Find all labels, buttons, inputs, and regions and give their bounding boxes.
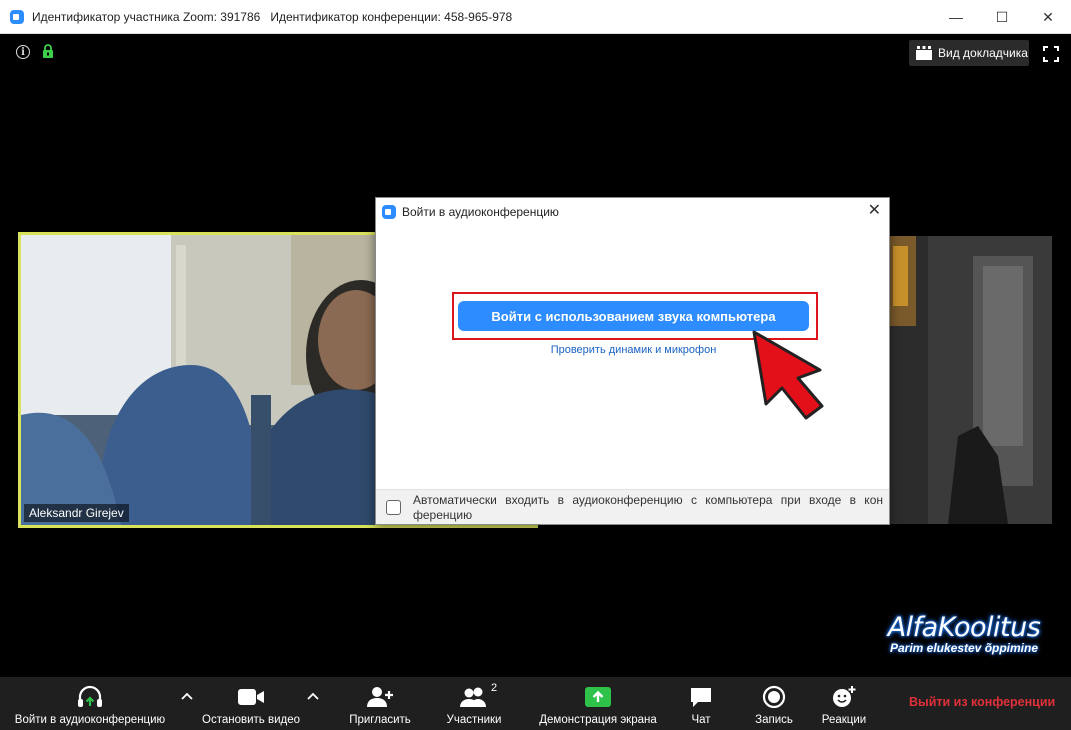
chat-icon	[691, 688, 711, 707]
close-window-button[interactable]: ✕	[1025, 0, 1071, 34]
auto-join-audio-label[interactable]: Автоматически входить в аудиоконференцию…	[413, 493, 883, 523]
alfakoolitus-watermark: AlfaKoolitus Parim elukestev õppimine	[872, 612, 1056, 668]
meeting-toolbar: Войти в аудиоконференцию Остановить виде…	[0, 677, 1071, 730]
join-audio-label: Войти в аудиоконференцию	[14, 714, 166, 726]
dialog-footer: Автоматически входить в аудиоконференцию…	[376, 489, 889, 524]
title-bar: Идентификатор участника Zoom: 391786 Иде…	[0, 0, 1071, 34]
participant-video-secondary[interactable]	[888, 236, 1052, 524]
auto-join-audio-checkbox[interactable]	[386, 500, 401, 515]
lock-icon[interactable]	[42, 43, 54, 59]
meeting-id: Идентификатор конференции: 458-965-978	[270, 9, 513, 24]
speaker-view-button[interactable]: Вид докладчика	[909, 40, 1029, 66]
dialog-close-button[interactable]: ✕	[868, 202, 881, 220]
fullscreen-icon[interactable]	[1043, 46, 1059, 62]
reactions-smiley-icon	[833, 686, 856, 707]
minimize-button[interactable]: —	[933, 0, 979, 34]
participant-name-tag: Aleksandr Girejev	[24, 504, 129, 522]
participants-button[interactable]: Участники	[436, 677, 512, 730]
leave-meeting-button[interactable]: Выйти из конференции	[909, 695, 1055, 709]
join-with-computer-audio-button[interactable]: Войти с использованием звука компьютера	[458, 301, 809, 331]
join-audio-button[interactable]: Войти в аудиоконференцию	[4, 677, 176, 730]
reactions-label: Реакции	[821, 714, 867, 726]
record-button[interactable]: Запись	[748, 677, 800, 730]
record-label: Запись	[755, 714, 793, 726]
video-camera-icon	[238, 689, 264, 705]
dialog-title: Войти в аудиоконференцию	[402, 204, 559, 219]
stop-video-button[interactable]: Остановить видео	[196, 677, 306, 730]
test-speaker-mic-link-text[interactable]: Проверить динамик и микрофон	[551, 344, 717, 356]
stop-video-label: Остановить видео	[202, 714, 300, 726]
watermark-title-part-b: Koolitus	[937, 612, 1041, 643]
dialog-title-bar: Войти в аудиоконференцию ✕	[376, 198, 889, 225]
video-frame-image-secondary	[888, 236, 1052, 524]
red-arrow-pointer-icon	[752, 330, 824, 420]
audio-options-chevron-up-icon[interactable]	[180, 691, 194, 701]
reactions-button[interactable]: Реакции	[812, 677, 876, 730]
share-screen-button[interactable]: Демонстрация экрана	[532, 677, 664, 730]
record-icon	[762, 685, 786, 709]
add-user-icon	[367, 687, 393, 707]
info-icon[interactable]: i	[16, 45, 30, 59]
invite-label: Пригласить	[349, 714, 411, 726]
speaker-view-icon	[916, 46, 932, 60]
watermark-title: AlfaKoolitus	[872, 612, 1056, 643]
chat-label: Чат	[691, 714, 711, 726]
participants-icon	[460, 687, 486, 707]
zoom-logo-icon	[382, 204, 396, 219]
headphones-icon	[78, 685, 102, 707]
chat-button[interactable]: Чат	[681, 677, 721, 730]
share-screen-icon	[585, 687, 611, 707]
watermark-title-part-a: Alfa	[887, 612, 939, 643]
maximize-button[interactable]: ☐	[979, 0, 1025, 34]
participants-label: Участники	[446, 714, 502, 726]
speaker-view-label: Вид докладчика	[938, 46, 1028, 60]
zoom-logo-icon	[10, 9, 24, 24]
invite-button[interactable]: Пригласить	[340, 677, 420, 730]
video-options-chevron-up-icon[interactable]	[306, 691, 320, 701]
participant-id: Идентификатор участника Zoom: 391786	[32, 9, 261, 24]
zoom-window: Идентификатор участника Zoom: 391786 Иде…	[0, 0, 1071, 730]
participants-count: 2	[491, 682, 498, 694]
watermark-subtitle: Parim elukestev õppimine	[889, 641, 1039, 655]
share-screen-label: Демонстрация экрана	[539, 714, 657, 726]
